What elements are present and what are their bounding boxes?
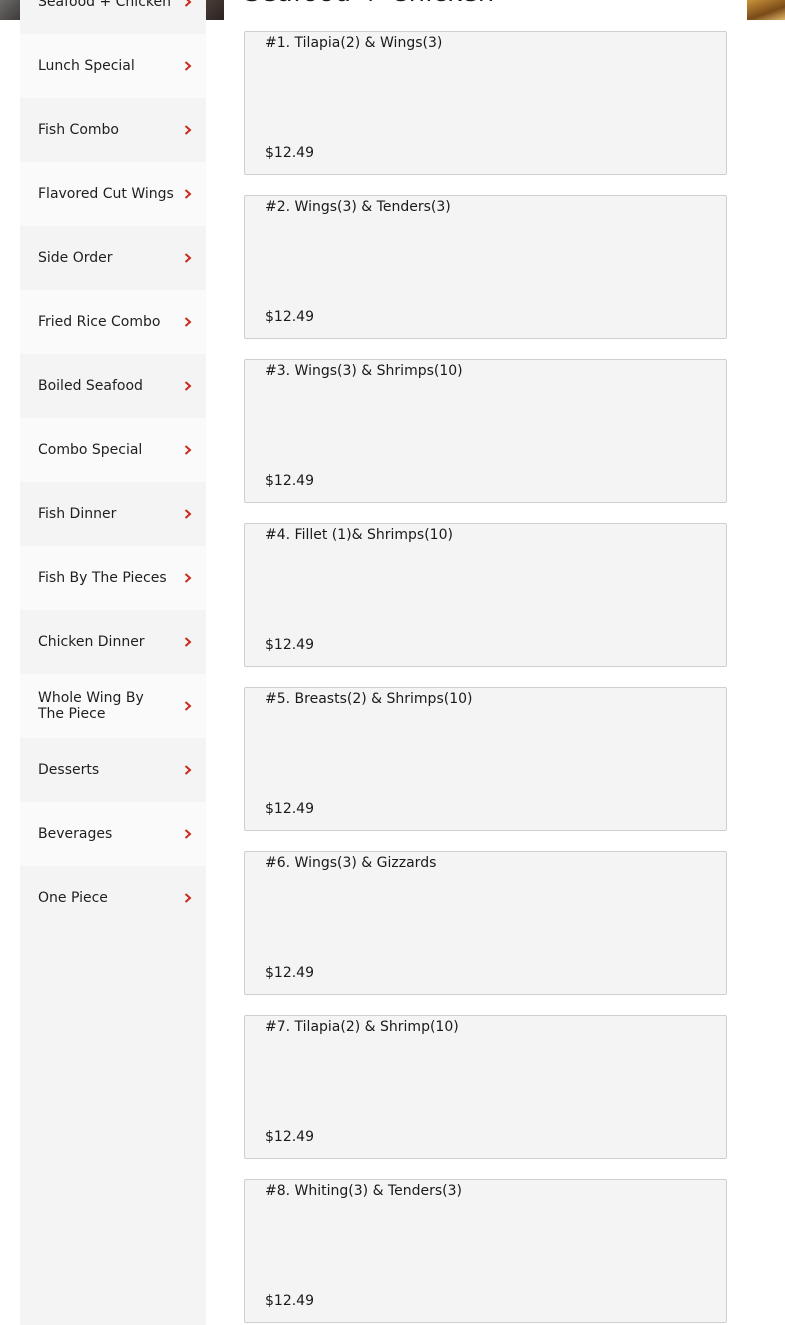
menu-item-price: $12.49	[265, 637, 314, 653]
chevron-right-icon	[184, 509, 192, 519]
sidebar-item-label: Fish By The Pieces	[38, 570, 167, 586]
sidebar-item-label: Whole Wing By The Piece	[38, 690, 144, 722]
chevron-right-icon	[184, 317, 192, 327]
sidebar-item-lunch-special[interactable]: Lunch Special	[20, 34, 206, 98]
menu-item-card[interactable]: #3. Wings(3) & Shrimps(10) $12.49	[244, 359, 727, 503]
chevron-right-icon	[184, 637, 192, 647]
chevron-right-icon	[184, 893, 192, 903]
header-photo	[747, 0, 785, 20]
menu-item-card[interactable]: #2. Wings(3) & Tenders(3) $12.49	[244, 195, 727, 339]
menu-item-card[interactable]: #7. Tilapia(2) & Shrimp(10) $12.49	[244, 1015, 727, 1159]
sidebar-item-flavored-cut-wings[interactable]: Flavored Cut Wings	[20, 162, 206, 226]
header-photo	[0, 0, 20, 20]
sidebar-item-label: Combo Special	[38, 442, 143, 458]
menu-item-name: #8. Whiting(3) & Tenders(3)	[265, 1183, 462, 1199]
sidebar-item-label: One Piece	[38, 890, 108, 906]
sidebar-item-side-order[interactable]: Side Order	[20, 226, 206, 290]
chevron-right-icon	[184, 189, 192, 199]
sidebar-item-label: Fried Rice Combo	[38, 314, 161, 330]
chevron-right-icon	[184, 701, 192, 711]
sidebar-item-fried-rice-combo[interactable]: Fried Rice Combo	[20, 290, 206, 354]
menu-item-name: #4. Fillet (1)& Shrimps(10)	[265, 527, 453, 543]
menu-item-price: $12.49	[265, 309, 314, 325]
sidebar-item-label: Fish Combo	[38, 122, 119, 138]
sidebar-item-boiled-seafood[interactable]: Boiled Seafood	[20, 354, 206, 418]
chevron-right-icon	[184, 0, 192, 7]
menu-item-name: #6. Wings(3) & Gizzards	[265, 855, 437, 871]
sidebar-item-whole-wing-by-the-piece[interactable]: Whole Wing By The Piece	[20, 674, 206, 738]
menu-item-card[interactable]: #1. Tilapia(2) & Wings(3) $12.49	[244, 31, 727, 175]
sidebar-item-label: Seafood + Chicken	[38, 0, 171, 10]
menu-item-name: #7. Tilapia(2) & Shrimp(10)	[265, 1019, 459, 1035]
menu-item-price: $12.49	[265, 1293, 314, 1309]
menu-item-card[interactable]: #6. Wings(3) & Gizzards $12.49	[244, 851, 727, 995]
menu-item-card[interactable]: #4. Fillet (1)& Shrimps(10) $12.49	[244, 523, 727, 667]
sidebar-item-one-piece[interactable]: One Piece	[20, 866, 206, 930]
menu-item-price: $12.49	[265, 965, 314, 981]
chevron-right-icon	[184, 125, 192, 135]
sidebar-item-fish-combo[interactable]: Fish Combo	[20, 98, 206, 162]
section-title: Seafood + Chicken	[244, 0, 494, 8]
menu-item-card[interactable]: #5. Breasts(2) & Shrimps(10) $12.49	[244, 687, 727, 831]
sidebar-item-label: Desserts	[38, 762, 100, 778]
menu-item-name: #2. Wings(3) & Tenders(3)	[265, 199, 451, 215]
chevron-right-icon	[184, 573, 192, 583]
menu-item-name: #5. Breasts(2) & Shrimps(10)	[265, 691, 473, 707]
menu-item-price: $12.49	[265, 473, 314, 489]
sidebar-item-label: Lunch Special	[38, 58, 135, 74]
chevron-right-icon	[184, 765, 192, 775]
sidebar-item-combo-special[interactable]: Combo Special	[20, 418, 206, 482]
sidebar-item-chicken-dinner[interactable]: Chicken Dinner	[20, 610, 206, 674]
header-photo	[206, 0, 224, 20]
sidebar-item-label: Boiled Seafood	[38, 378, 143, 394]
sidebar-item-label: Flavored Cut Wings	[38, 186, 174, 202]
category-sidebar: Seafood + Chicken Lunch Special Fish Com…	[20, 0, 206, 1325]
chevron-right-icon	[184, 61, 192, 71]
sidebar-item-label: Beverages	[38, 826, 113, 842]
menu-item-card[interactable]: #8. Whiting(3) & Tenders(3) $12.49	[244, 1179, 727, 1323]
sidebar-item-label: Chicken Dinner	[38, 634, 145, 650]
sidebar-item-seafood-chicken[interactable]: Seafood + Chicken	[20, 0, 206, 34]
sidebar-item-label: Fish Dinner	[38, 506, 117, 522]
sidebar-item-beverages[interactable]: Beverages	[20, 802, 206, 866]
sidebar-item-fish-dinner[interactable]: Fish Dinner	[20, 482, 206, 546]
menu-item-name: #3. Wings(3) & Shrimps(10)	[265, 363, 463, 379]
menu-item-price: $12.49	[265, 145, 314, 161]
sidebar-item-fish-by-the-pieces[interactable]: Fish By The Pieces	[20, 546, 206, 610]
sidebar-item-label: Side Order	[38, 250, 113, 266]
menu-item-name: #1. Tilapia(2) & Wings(3)	[265, 35, 443, 51]
chevron-right-icon	[184, 381, 192, 391]
chevron-right-icon	[184, 829, 192, 839]
chevron-right-icon	[184, 445, 192, 455]
chevron-right-icon	[184, 253, 192, 263]
menu-item-price: $12.49	[265, 1129, 314, 1145]
sidebar-item-desserts[interactable]: Desserts	[20, 738, 206, 802]
menu-item-price: $12.49	[265, 801, 314, 817]
